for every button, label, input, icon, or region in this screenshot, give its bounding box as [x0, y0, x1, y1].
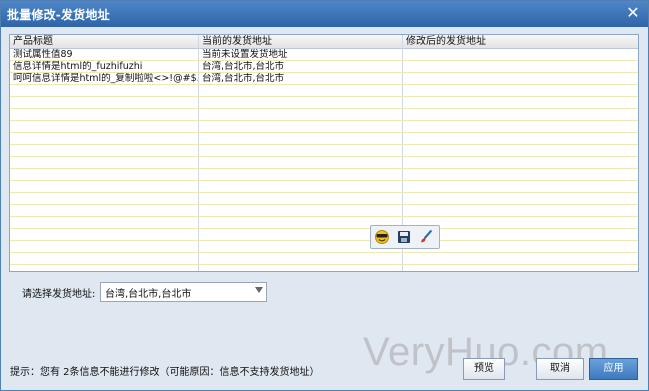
- current-address-cell: 当前未设置发货地址: [202, 49, 288, 60]
- table-row[interactable]: [10, 97, 638, 109]
- table-row[interactable]: [10, 253, 638, 265]
- column-header-title[interactable]: 产品标题: [10, 35, 198, 48]
- address-select-value: 台湾,台北市,台北市: [105, 289, 192, 300]
- batch-edit-dialog: 批量修改-发货地址 ✕ 产品标题 当前的发货地址 修改后的发货地址 测试属性值8…: [0, 0, 649, 391]
- save-icon[interactable]: [396, 229, 412, 245]
- table-row[interactable]: 测试属性值89 当前未设置发货地址: [10, 49, 638, 61]
- table-row[interactable]: [10, 205, 638, 217]
- current-address-cell: 台湾,台北市,台北市: [202, 73, 285, 84]
- table-row[interactable]: [10, 217, 638, 229]
- chevron-down-icon[interactable]: [255, 287, 263, 293]
- table-row[interactable]: [10, 241, 638, 253]
- table-row[interactable]: [10, 121, 638, 133]
- table-row[interactable]: [10, 229, 638, 241]
- column-header-current[interactable]: 当前的发货地址: [199, 35, 402, 48]
- table-row[interactable]: [10, 157, 638, 169]
- address-select[interactable]: 台湾,台北市,台北市: [100, 282, 267, 302]
- grid-header: 产品标题 当前的发货地址 修改后的发货地址: [10, 35, 638, 49]
- cancel-button[interactable]: 取消: [536, 358, 584, 380]
- product-title-cell: 信息详情是html的_fuzhifuzhi: [13, 61, 143, 72]
- footer-hint: 提示：您有 2条信息不能进行修改（可能原因：信息不支持发货地址）: [10, 367, 320, 378]
- product-title-cell: 测试属性值89: [13, 49, 73, 60]
- table-row[interactable]: 信息详情是html的_fuzhifuzhi 台湾,台北市,台北市: [10, 61, 638, 73]
- column-header-new[interactable]: 修改后的发货地址: [403, 35, 636, 48]
- table-row[interactable]: [10, 265, 638, 271]
- apply-button[interactable]: 应用: [589, 358, 638, 380]
- current-address-cell: 台湾,台北市,台北市: [202, 61, 285, 72]
- close-icon[interactable]: ✕: [624, 3, 642, 23]
- product-title-cell: 呵呵信息详情是html的_复制啦啦<>!@#$...: [13, 73, 198, 84]
- address-select-label: 请选择发货地址:: [22, 289, 96, 300]
- table-row[interactable]: [10, 193, 638, 205]
- table-row[interactable]: [10, 133, 638, 145]
- table-row[interactable]: 呵呵信息详情是html的_复制啦啦<>!@#$... 台湾,台北市,台北市: [10, 73, 638, 85]
- smiley-icon[interactable]: [374, 229, 390, 245]
- new-address-cell: [403, 49, 636, 60]
- brush-icon[interactable]: [417, 229, 433, 245]
- table-row[interactable]: [10, 85, 638, 97]
- preview-button[interactable]: 预览: [463, 358, 505, 380]
- dialog-title: 批量修改-发货地址: [7, 8, 110, 22]
- table-row[interactable]: [10, 109, 638, 121]
- title-bar: 批量修改-发货地址 ✕: [1, 1, 648, 27]
- table-row[interactable]: [10, 169, 638, 181]
- table-row[interactable]: [10, 145, 638, 157]
- new-address-cell: [403, 61, 636, 72]
- table-row[interactable]: [10, 181, 638, 193]
- address-grid: 产品标题 当前的发货地址 修改后的发货地址 测试属性值89 当前未设置发货地址 信息…: [9, 34, 639, 272]
- new-address-cell: [403, 73, 636, 84]
- floating-toolbar: [370, 225, 440, 249]
